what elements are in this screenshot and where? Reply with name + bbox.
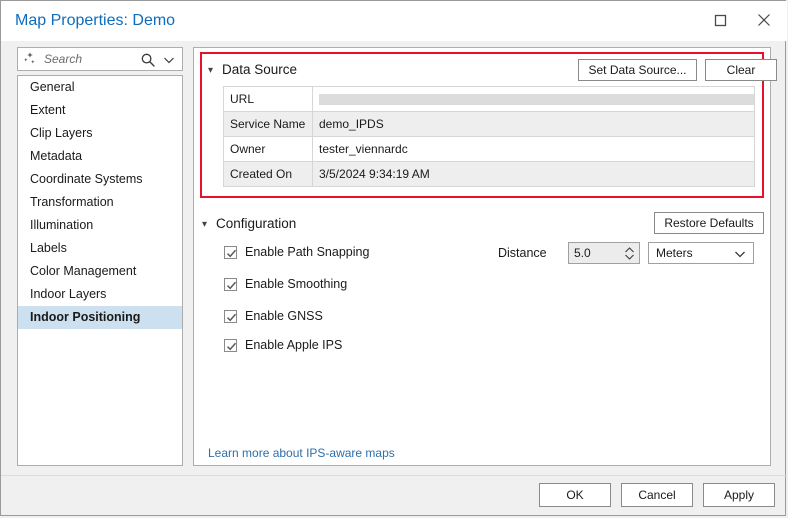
map-properties-dialog: Map Properties: Demo Search General Exte… [0, 0, 787, 516]
checkbox-smoothing[interactable] [224, 278, 237, 291]
title-bar: Map Properties: Demo [1, 1, 787, 41]
configuration-header-label: Configuration [216, 216, 297, 231]
settings-nav-list[interactable]: General Extent Clip Layers Metadata Coordina… [17, 75, 183, 466]
chevron-down-icon[interactable]: ▾ [202, 219, 213, 230]
table-cell-value: 3/5/2024 9:34:19 AM [312, 161, 755, 187]
table-cell-label: URL [223, 86, 313, 112]
search-placeholder-text: Search [44, 52, 83, 66]
table-row: Service Name demo_IPDS [223, 111, 755, 137]
check-icon [226, 313, 237, 322]
data-source-table: URL Service Name demo_IPDS Owner tester_vien… [223, 86, 755, 187]
sidebar-item-clip-layers[interactable]: Clip Layers [18, 122, 182, 145]
check-icon [226, 342, 237, 351]
sidebar-item-labels[interactable]: Labels [18, 237, 182, 260]
chevron-down-icon[interactable]: ▾ [208, 65, 219, 76]
sparkle-icon [24, 52, 35, 64]
settings-content-panel: ▾ Data Source Set Data Source... Clear UR… [193, 47, 777, 466]
data-source-section-header[interactable]: ▾ Data Source [208, 62, 297, 77]
chevron-down-icon[interactable] [162, 54, 176, 66]
table-cell-label: Service Name [223, 111, 313, 137]
table-cell-value: demo_IPDS [312, 111, 755, 137]
apply-button[interactable]: Apply [703, 483, 775, 507]
data-source-header-label: Data Source [222, 62, 298, 77]
search-icon[interactable] [140, 52, 156, 68]
maximize-icon [714, 14, 726, 26]
checkbox-label-path-snapping: Enable Path Snapping [245, 245, 370, 259]
sidebar-item-transformation[interactable]: Transformation [18, 191, 182, 214]
table-cell-value [312, 86, 755, 112]
footer-divider [1, 475, 787, 476]
learn-more-link[interactable]: Learn more about IPS-aware maps [208, 446, 395, 460]
checkbox-path-snapping[interactable] [224, 246, 237, 259]
checkbox-gnss[interactable] [224, 310, 237, 323]
table-cell-label: Created On [223, 161, 313, 187]
sidebar-item-extent[interactable]: Extent [18, 99, 182, 122]
check-icon [226, 249, 237, 258]
sidebar-item-indoor-positioning[interactable]: Indoor Positioning [18, 306, 182, 329]
checkbox-label-smoothing: Enable Smoothing [245, 277, 348, 291]
table-row: Created On 3/5/2024 9:34:19 AM [223, 161, 755, 187]
check-icon [226, 281, 237, 290]
distance-value: 5.0 [574, 246, 591, 260]
table-row: URL [223, 86, 755, 112]
distance-units-select[interactable]: Meters [648, 242, 754, 264]
sidebar-item-illumination[interactable]: Illumination [18, 214, 182, 237]
sidebar-item-indoor-layers[interactable]: Indoor Layers [18, 283, 182, 306]
maximize-button[interactable] [703, 5, 737, 35]
set-data-source-button[interactable]: Set Data Source... [578, 59, 697, 81]
sidebar-item-metadata[interactable]: Metadata [18, 145, 182, 168]
distance-label: Distance [498, 246, 547, 260]
table-cell-label: Owner [223, 136, 313, 162]
table-row: Owner tester_viennardc [223, 136, 755, 162]
page-title: Map Properties: Demo [15, 12, 176, 29]
checkbox-label-apple-ips: Enable Apple IPS [245, 338, 343, 352]
ok-button[interactable]: OK [539, 483, 611, 507]
search-input[interactable]: Search [17, 47, 183, 71]
close-button[interactable] [747, 5, 781, 35]
sidebar-item-color-management[interactable]: Color Management [18, 260, 182, 283]
checkbox-apple-ips[interactable] [224, 339, 237, 352]
table-cell-value: tester_viennardc [312, 136, 755, 162]
spinner-arrows-icon[interactable] [624, 246, 635, 261]
sidebar-item-coordinate-systems[interactable]: Coordinate Systems [18, 168, 182, 191]
clear-button[interactable]: Clear [705, 59, 777, 81]
redacted-url-bar [319, 94, 754, 105]
distance-stepper[interactable]: 5.0 [568, 242, 640, 264]
cancel-button[interactable]: Cancel [621, 483, 693, 507]
sidebar-item-general[interactable]: General [18, 76, 182, 99]
checkbox-label-gnss: Enable GNSS [245, 309, 323, 323]
restore-defaults-button[interactable]: Restore Defaults [654, 212, 764, 234]
chevron-down-icon[interactable] [734, 249, 746, 259]
close-icon [758, 14, 770, 26]
configuration-section-header[interactable]: ▾ Configuration [202, 216, 296, 231]
distance-units-value: Meters [656, 246, 693, 260]
